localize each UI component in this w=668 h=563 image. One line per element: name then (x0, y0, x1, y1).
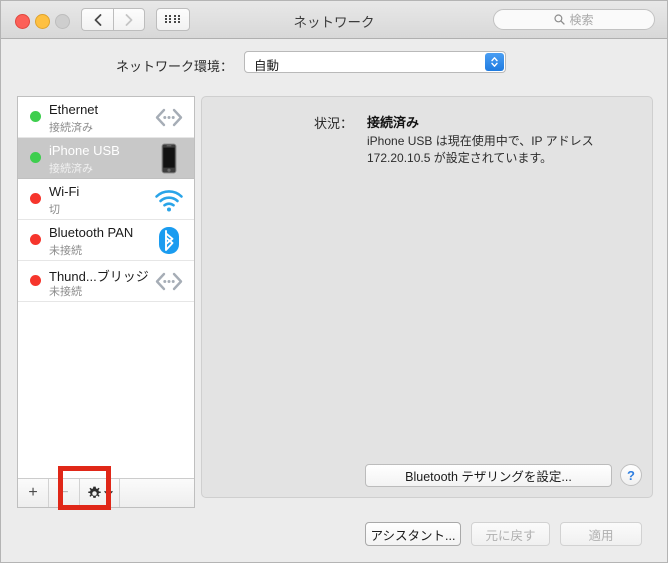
list-item[interactable]: Ethernet 接続済み (18, 97, 194, 138)
network-service-scroll-area: Ethernet 接続済み iPhone USB 接続済み Wi-Fi 切 Bl… (18, 97, 194, 478)
apply-button: 適用 (560, 522, 642, 546)
network-location-popup[interactable]: 自動 (244, 51, 506, 73)
bluetooth-icon (152, 224, 186, 257)
help-button[interactable]: ? (620, 464, 642, 486)
assistant-button[interactable]: アシスタント... (365, 522, 461, 546)
configure-bluetooth-tethering-button[interactable]: Bluetooth テザリングを設定... (365, 464, 612, 487)
remove-service-button: − (49, 479, 80, 507)
service-detail-panel: 状況： 接続済み iPhone USB は現在使用中で、IP アドレス 172.… (201, 96, 653, 498)
service-status: 未接続 (49, 286, 82, 298)
ethernet-icon (152, 101, 186, 134)
status-indicator-dot (30, 234, 41, 245)
iphone-icon (152, 142, 186, 175)
network-service-list[interactable]: Ethernet 接続済み iPhone USB 接続済み Wi-Fi 切 Bl… (17, 96, 195, 508)
service-status: 接続済み (49, 122, 93, 134)
window-titlebar: ネットワーク 検索 (1, 1, 667, 39)
gear-icon (87, 486, 101, 498)
network-location-row: ネットワーク環境： 自動 (1, 49, 668, 81)
network-location-label: ネットワーク環境： (116, 59, 234, 74)
chevron-updown-icon (491, 57, 498, 67)
list-item[interactable]: Thund...ブリッジ 未接続 (18, 261, 194, 302)
service-status: 未接続 (49, 245, 82, 257)
chevron-down-icon (103, 490, 113, 496)
network-location-value: 自動 (254, 59, 280, 73)
search-icon (554, 14, 566, 25)
gear-action-button[interactable] (80, 479, 120, 507)
service-name: Bluetooth PAN (49, 225, 134, 240)
status-label: 状況： (314, 116, 354, 131)
network-preferences-window: ネットワーク 検索 ネットワーク環境： 自動 Ethernet 接続済み iPh… (0, 0, 668, 563)
popup-arrows-icon (485, 53, 504, 71)
service-status: 切 (49, 204, 60, 216)
service-name: Wi-Fi (49, 184, 80, 199)
service-status: 接続済み (49, 163, 93, 175)
service-list-toolbar: + − (18, 478, 194, 507)
status-value: 接続済み (367, 115, 420, 130)
status-indicator-dot (30, 111, 41, 122)
status-indicator-dot (30, 275, 41, 286)
revert-button: 元に戻す (471, 522, 550, 546)
wifi-icon (152, 183, 186, 216)
status-description: iPhone USB は現在使用中で、IP アドレス 172.20.10.5 が… (367, 134, 594, 165)
add-service-button[interactable]: + (18, 479, 49, 507)
service-name: iPhone USB (49, 143, 120, 158)
service-name: Ethernet (49, 102, 99, 117)
list-item-selected[interactable]: iPhone USB 接続済み (18, 138, 194, 179)
list-item[interactable]: Bluetooth PAN 未接続 (18, 220, 194, 261)
search-input[interactable]: 検索 (493, 9, 655, 30)
toolbar-filler (120, 479, 194, 507)
search-placeholder: 検索 (569, 13, 594, 27)
status-indicator-dot (30, 152, 41, 163)
list-item[interactable]: Wi-Fi 切 (18, 179, 194, 220)
ethernet-icon (152, 265, 186, 298)
status-indicator-dot (30, 193, 41, 204)
